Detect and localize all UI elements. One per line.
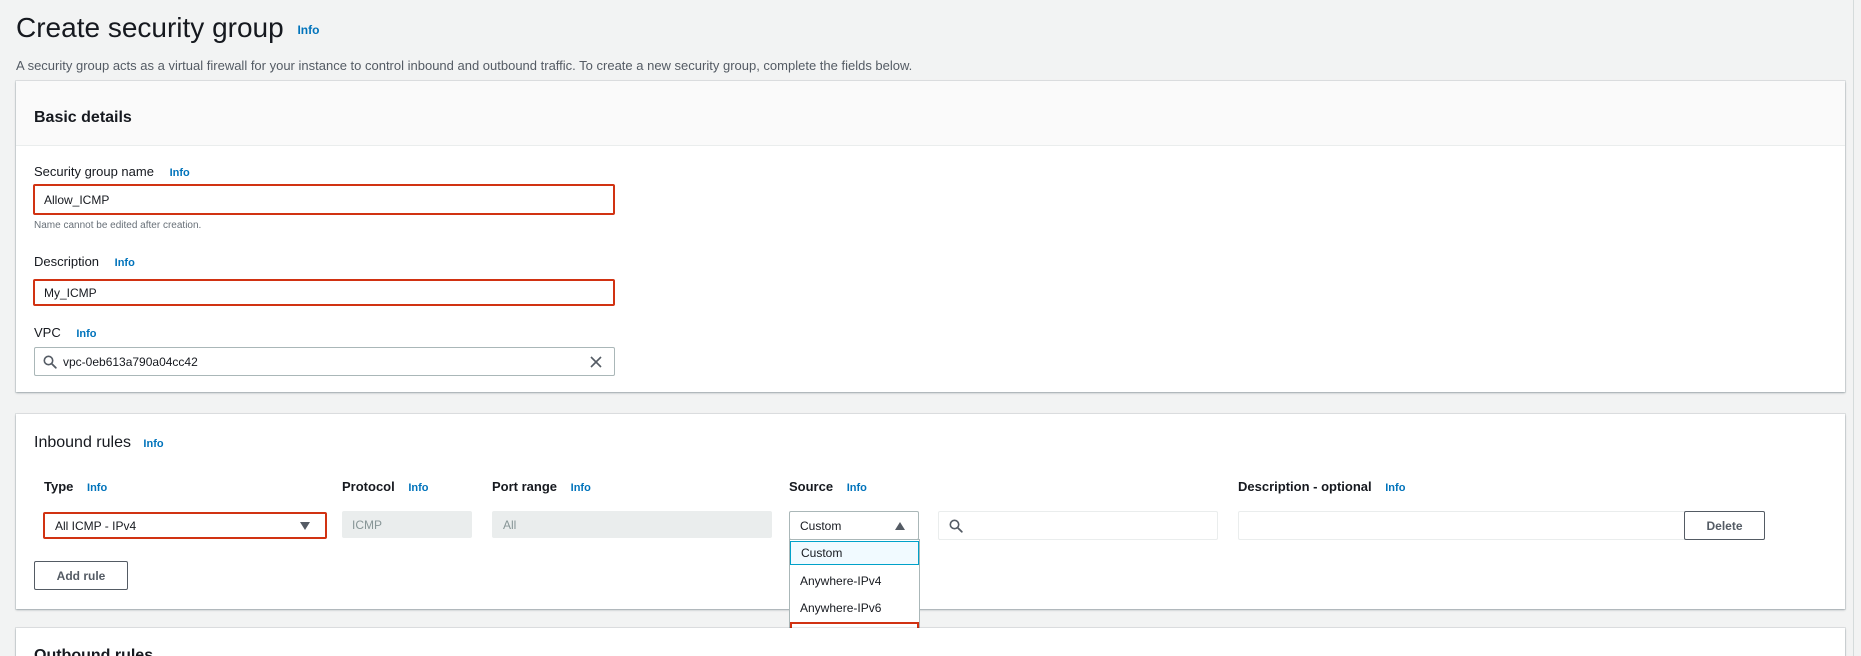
port-range-info-link[interactable]: Info — [571, 482, 591, 494]
inbound-info-link[interactable]: Info — [143, 438, 163, 450]
outbound-rules-panel — [16, 628, 1845, 656]
description-col-info-link[interactable]: Info — [1385, 482, 1405, 494]
vpc-label: VPC Info — [34, 325, 97, 340]
basic-details-title: Basic details — [34, 109, 132, 126]
col-description-header: Description - optional Info — [1238, 479, 1406, 494]
title-info-link[interactable]: Info — [297, 23, 319, 37]
source-select[interactable]: Custom — [789, 511, 919, 540]
port-range-field: All — [492, 511, 772, 538]
vpc-value: vpc-0eb613a790a04cc42 — [63, 354, 198, 369]
sg-name-info-link[interactable]: Info — [170, 167, 190, 179]
type-info-link[interactable]: Info — [87, 482, 107, 494]
basic-details-header: Basic details — [16, 81, 1845, 146]
vpc-info-link[interactable]: Info — [76, 328, 96, 340]
caret-up-icon — [895, 521, 905, 530]
description-label: Description Info — [34, 254, 135, 269]
source-option-anywhere-ipv6[interactable]: Anywhere-IPv6 — [790, 596, 919, 620]
source-option-custom[interactable]: Custom — [790, 541, 919, 565]
inbound-rules-title: Inbound rules Info — [34, 434, 164, 451]
add-rule-button[interactable]: Add rule — [34, 561, 128, 590]
page-scrollbar-edge — [1853, 0, 1854, 656]
description-input[interactable]: My_ICMP — [33, 279, 615, 306]
page-description: A security group acts as a virtual firew… — [16, 58, 913, 73]
type-select[interactable]: All ICMP - IPv4 — [43, 512, 327, 539]
source-cidr-search[interactable] — [938, 511, 1218, 540]
delete-rule-button[interactable]: Delete — [1684, 511, 1765, 540]
col-type-header: Type Info — [44, 479, 108, 494]
sg-name-input[interactable]: Allow_ICMP — [33, 184, 615, 215]
outbound-rules-title: Outbound rules — [34, 647, 154, 656]
sg-name-label: Security group name Info — [34, 164, 190, 179]
source-info-link[interactable]: Info — [847, 482, 867, 494]
page-title: Create security group Info — [16, 12, 320, 43]
description-info-link[interactable]: Info — [115, 257, 135, 269]
clear-icon[interactable] — [589, 355, 603, 369]
sg-name-hint: Name cannot be edited after creation. — [34, 220, 202, 231]
vpc-search-field[interactable]: vpc-0eb613a790a04cc42 — [34, 347, 615, 376]
search-icon — [949, 519, 963, 533]
protocol-field: ICMP — [342, 511, 472, 538]
rule-description-input[interactable] — [1238, 511, 1700, 540]
protocol-info-link[interactable]: Info — [408, 482, 428, 494]
caret-down-icon — [300, 521, 310, 530]
source-option-anywhere-ipv4[interactable]: Anywhere-IPv4 — [790, 569, 919, 593]
basic-details-panel: Basic details — [16, 81, 1845, 392]
col-protocol-header: Protocol Info — [342, 479, 429, 494]
search-icon — [43, 355, 57, 369]
col-port-range-header: Port range Info — [492, 479, 591, 494]
col-source-header: Source Info — [789, 479, 867, 494]
